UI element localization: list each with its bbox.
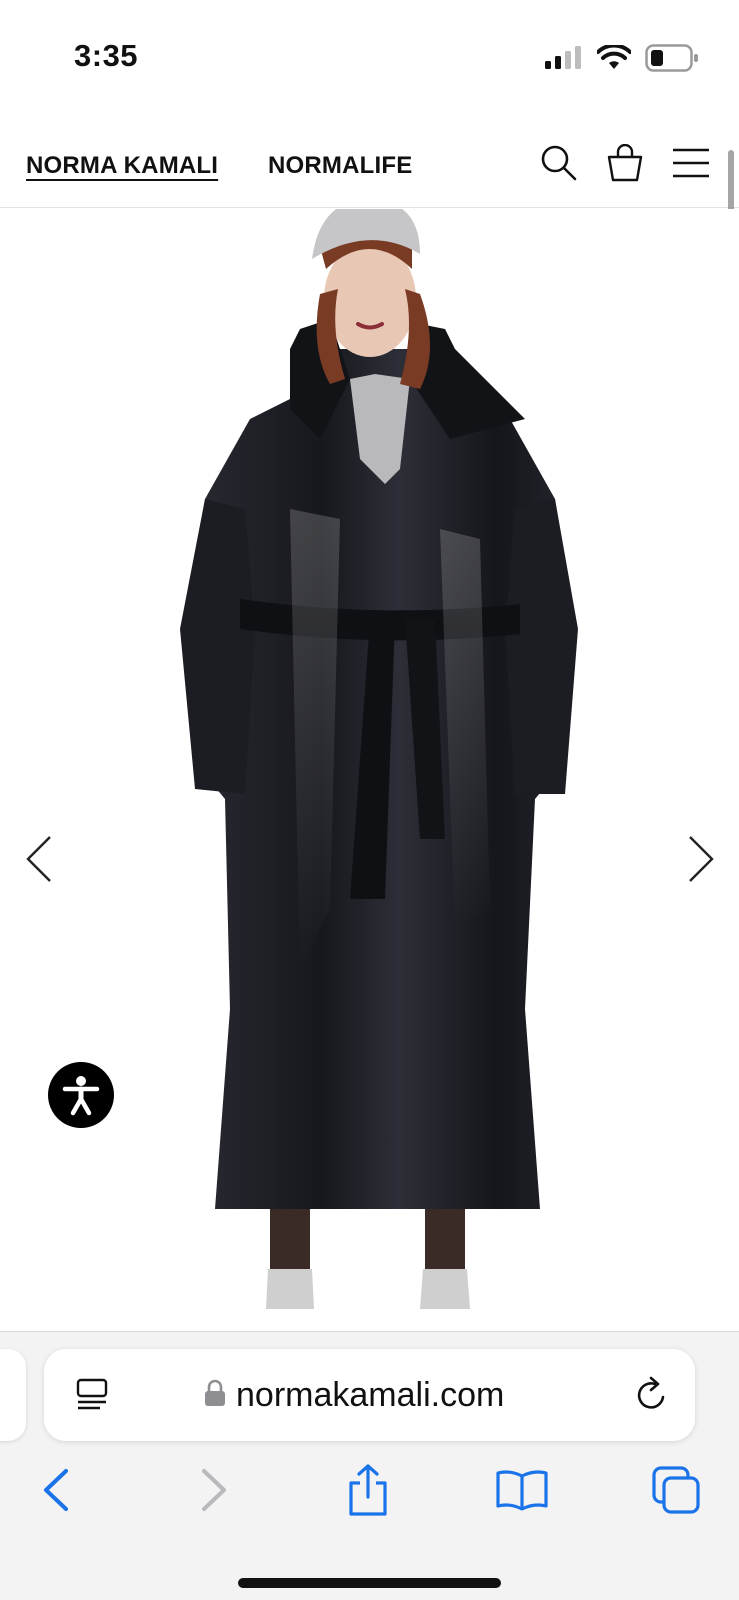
address-bar[interactable]: normakamali.com [44,1349,695,1441]
tabs-icon[interactable] [646,1460,706,1520]
site-header: NORMA KAMALI NORMALIFE [0,110,739,208]
forward-arrow-icon[interactable] [184,1460,244,1520]
battery-icon [645,44,699,77]
share-icon[interactable] [338,1460,398,1520]
chevron-left-icon[interactable] [14,829,64,889]
nav-normalife[interactable]: NORMALIFE [268,152,412,180]
accessibility-icon[interactable] [48,1062,114,1128]
reload-icon[interactable] [631,1375,671,1415]
previous-tab-preview[interactable] [0,1349,26,1441]
search-icon[interactable] [538,142,580,184]
chevron-right-icon[interactable] [676,829,726,889]
back-arrow-icon[interactable] [26,1460,86,1520]
url-display[interactable]: normakamali.com [204,1373,504,1417]
browser-toolbar [0,1460,739,1520]
status-time: 3:35 [74,38,139,73]
shopping-bag-icon[interactable] [604,142,646,184]
hamburger-menu-icon[interactable] [670,142,712,184]
status-icons [545,43,699,77]
product-image-carousel[interactable] [0,209,739,1331]
product-image [180,209,578,1309]
browser-bottom-bar: normakamali.com [0,1331,739,1600]
reader-view-icon[interactable] [74,1377,112,1415]
nav-norma-kamali[interactable]: NORMA KAMALI [26,152,218,180]
status-bar: 3:35 [0,0,739,110]
home-indicator[interactable] [238,1578,501,1588]
cellular-signal-icon [545,46,583,75]
wifi-icon [596,43,632,76]
bookmarks-book-icon[interactable] [492,1460,552,1520]
lock-icon [204,1379,226,1412]
url-text: normakamali.com [236,1375,505,1414]
